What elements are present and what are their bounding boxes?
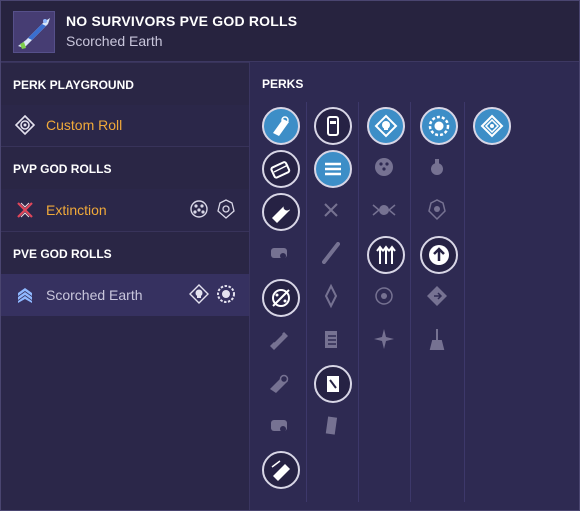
roll-scorched-earth[interactable]: Scorched Earth	[1, 274, 249, 316]
perk-barrel-1[interactable]	[262, 107, 300, 145]
spire-icon	[429, 329, 445, 350]
skull-diamond-icon	[374, 114, 398, 138]
barrel-icon	[270, 374, 289, 393]
weapon-header: NO SURVIVORS PVE GOD ROLLS Scorched Eart…	[1, 1, 579, 62]
section-heading: PVP GOD ROLLS	[13, 162, 112, 176]
column-divider	[358, 102, 359, 502]
perk-trait-1-3[interactable]	[367, 193, 401, 227]
dotted-sphere-icon	[375, 158, 393, 176]
column-divider	[464, 102, 465, 502]
magazine-icon	[325, 162, 341, 176]
perk-trait-1-2[interactable]	[367, 150, 401, 184]
sidebar: PERK PLAYGROUND Custom Roll PVP GOD ROLL…	[1, 62, 250, 510]
arrow-up-icon	[429, 245, 449, 265]
perk-barrel-7[interactable]	[262, 365, 296, 399]
gear-skull-icon	[428, 115, 450, 137]
perk-magazine-6[interactable]	[314, 322, 348, 356]
column-divider	[410, 102, 411, 502]
roll-extinction[interactable]: Extinction	[1, 189, 249, 231]
chevron-rank-icon	[18, 288, 32, 303]
roll-label: Custom Roll	[46, 117, 123, 133]
barrel-icon	[273, 116, 289, 136]
origin-diamond-icon	[480, 114, 504, 138]
perk-trait-2-3[interactable]	[420, 193, 454, 227]
god-rolls-window: NO SURVIVORS PVE GOD ROLLS Scorched Eart…	[0, 0, 580, 511]
perk-trait-2-4[interactable]	[420, 236, 458, 274]
perk-trait-1-1[interactable]	[367, 107, 405, 145]
barrel-icon	[271, 420, 287, 432]
grenade-icon	[431, 159, 443, 175]
perk-trait-1-6[interactable]	[367, 322, 401, 356]
perk-barrel-5[interactable]	[262, 279, 300, 317]
barrel-icon	[270, 161, 291, 179]
page-title: NO SURVIVORS PVE GOD ROLLS	[66, 13, 298, 29]
target-dot-icon	[15, 115, 35, 135]
perk-barrel-4[interactable]	[262, 236, 296, 270]
section-heading: PERK PLAYGROUND	[13, 78, 134, 92]
triple-arrows-icon	[376, 245, 396, 264]
roll-custom-roll[interactable]: Custom Roll	[1, 104, 249, 146]
page-subtitle: Scorched Earth	[66, 33, 163, 49]
star-burst-icon	[374, 329, 394, 349]
perk-magazine-2[interactable]	[314, 150, 352, 188]
perk-trait-2-5[interactable]	[420, 279, 454, 313]
section-pve-god-rolls: PVE GOD ROLLS	[1, 231, 249, 274]
section-heading: PVE GOD ROLLS	[13, 247, 112, 261]
diamond-arrow-icon	[427, 286, 447, 306]
skull-diamond-icon	[189, 284, 209, 304]
magazine-icon	[327, 116, 339, 136]
target-sight-icon	[217, 199, 235, 219]
barrel-icon	[271, 460, 290, 481]
perk-barrel-9[interactable]	[262, 451, 300, 489]
perk-barrel-6[interactable]	[262, 322, 296, 356]
section-pvp-god-rolls: PVP GOD ROLLS	[1, 146, 249, 189]
crossed-red-x-icon	[17, 202, 33, 218]
magazine-icon	[324, 283, 338, 309]
perks-heading: PERKS	[262, 77, 304, 91]
target-sight-icon	[375, 287, 393, 305]
roll-label: Scorched Earth	[46, 287, 143, 303]
perk-trait-2-1[interactable]	[420, 107, 458, 145]
perk-magazine-1[interactable]	[314, 107, 352, 145]
perk-magazine-8[interactable]	[314, 408, 348, 442]
barrel-icon	[271, 248, 287, 259]
column-divider	[306, 102, 307, 502]
roll-label: Extinction	[46, 202, 107, 218]
magazine-icon	[324, 203, 338, 217]
perk-magazine-7[interactable]	[314, 365, 352, 403]
barrel-icon	[272, 289, 290, 307]
barrel-icon	[272, 203, 291, 223]
magazine-icon	[322, 242, 340, 264]
perk-barrel-8[interactable]	[262, 408, 296, 442]
perk-trait-2-6[interactable]	[420, 322, 454, 356]
perk-origin-1[interactable]	[473, 107, 511, 145]
perk-trait-1-5[interactable]	[367, 279, 401, 313]
gear-skull-icon	[217, 285, 235, 303]
weapon-thumbnail-icon	[13, 11, 55, 53]
perk-magazine-4[interactable]	[314, 236, 348, 270]
perk-trait-2-2[interactable]	[420, 150, 454, 184]
barrel-icon	[270, 332, 288, 350]
dotted-sphere-icon	[190, 200, 208, 218]
perk-magazine-5[interactable]	[314, 279, 348, 313]
winged-skull-icon	[372, 204, 396, 216]
perk-magazine-3[interactable]	[314, 193, 348, 227]
target-sight-icon	[428, 199, 446, 221]
perk-barrel-2[interactable]	[262, 150, 300, 188]
perk-barrel-3[interactable]	[262, 193, 300, 231]
magazine-icon	[327, 376, 339, 392]
magazine-icon	[325, 331, 337, 348]
perk-trait-1-4[interactable]	[367, 236, 405, 274]
section-perk-playground: PERK PLAYGROUND	[1, 62, 249, 105]
magazine-icon	[325, 416, 338, 435]
perks-panel: PERKS	[250, 62, 579, 510]
